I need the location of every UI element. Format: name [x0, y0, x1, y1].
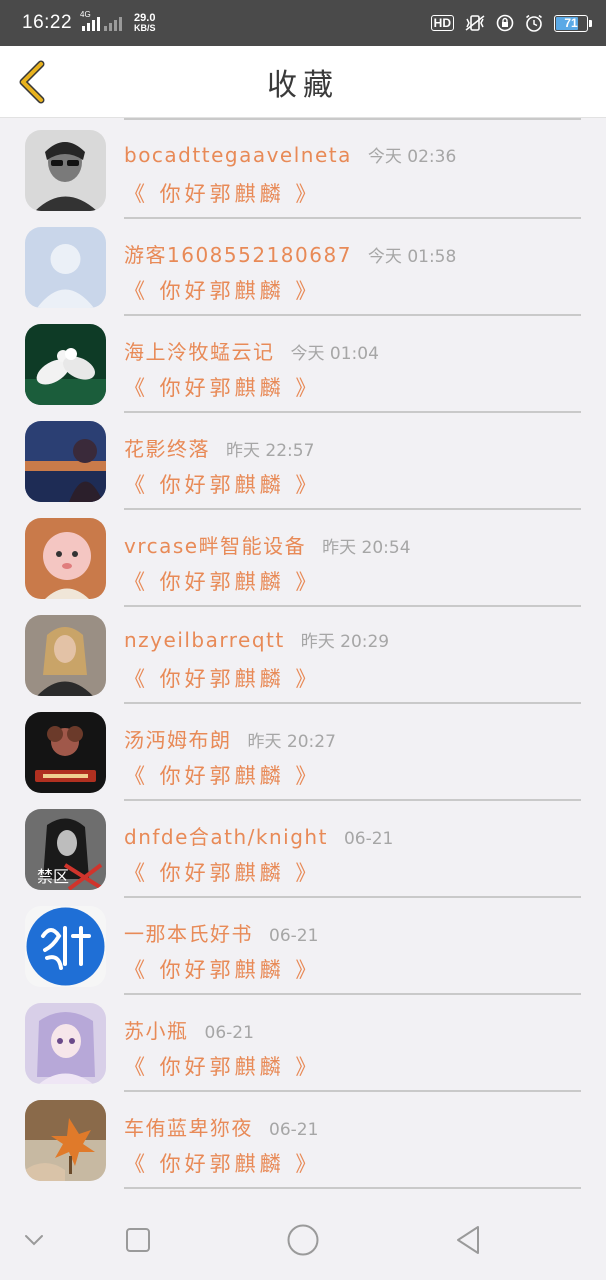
avatar[interactable]	[25, 906, 106, 987]
timestamp: 昨天 20:29	[300, 632, 390, 652]
avatar[interactable]	[25, 130, 106, 211]
favorites-list[interactable]: bocadttegaavelneta 今天 02:36 《 你好郭麒麟 》 游客…	[0, 118, 606, 1198]
timestamp: 06-21	[269, 1120, 319, 1140]
status-time: 16:22	[22, 12, 73, 33]
username: 游客1608552180687	[124, 243, 352, 267]
timestamp: 06-21	[343, 829, 394, 849]
avatar[interactable]	[25, 615, 106, 696]
list-item[interactable]: 汤沔姆布朗 昨天 20:27 《 你好郭麒麟 》	[0, 700, 606, 801]
chevron-down-icon	[25, 1235, 43, 1246]
book-title[interactable]: 《 你好郭麒麟 》	[124, 663, 320, 693]
circle-home-icon	[287, 1224, 319, 1256]
hd-voice-icon: HD	[430, 15, 454, 31]
nav-recents-button[interactable]	[118, 1220, 158, 1260]
square-recents-icon	[126, 1228, 150, 1252]
book-title[interactable]: 《 你好郭麒麟 》	[124, 760, 320, 790]
username: vrcase畔智能设备	[124, 534, 307, 558]
list-item[interactable]: 游客1608552180687 今天 01:58 《 你好郭麒麟 》	[0, 215, 606, 316]
book-title[interactable]: 《 你好郭麒麟 》	[124, 469, 320, 499]
list-item[interactable]: bocadttegaavelneta 今天 02:36 《 你好郭麒麟 》	[0, 118, 606, 219]
lock-rotation-icon	[496, 14, 514, 32]
avatar[interactable]	[25, 227, 106, 308]
username: 苏小瓶	[124, 1019, 189, 1043]
timestamp: 今天 01:58	[367, 247, 457, 267]
nav-hide-button[interactable]	[14, 1220, 54, 1260]
book-title[interactable]: 《 你好郭麒麟 》	[124, 1051, 320, 1081]
username: nzyeilbarreqtt	[124, 628, 285, 652]
battery-level: 71	[564, 16, 578, 30]
nav-home-button[interactable]	[283, 1220, 323, 1260]
network-speed: 29.0 KB/S	[134, 12, 156, 34]
list-item[interactable]: 禁区 dnfde合ath/knight 06-21 《 你好郭麒麟 》	[0, 797, 606, 898]
list-item[interactable]: vrcase畔智能设备 昨天 20:54 《 你好郭麒麟 》	[0, 506, 606, 607]
avatar[interactable]	[25, 324, 106, 405]
book-title[interactable]: 《 你好郭麒麟 》	[124, 372, 320, 402]
timestamp: 昨天 22:57	[226, 441, 315, 461]
list-item[interactable]: 一那本氏好书 06-21 《 你好郭麒麟 》	[0, 894, 606, 995]
list-item[interactable]: 车侑蓝卑狝夜 06-21 《 你好郭麒麟 》	[0, 1088, 606, 1189]
username: 海上泠牧蜢云记	[124, 340, 275, 364]
list-item[interactable]: 苏小瓶 06-21 《 你好郭麒麟 》	[0, 991, 606, 1092]
avatar[interactable]	[25, 1003, 106, 1084]
username: bocadttegaavelneta	[124, 143, 352, 167]
back-button[interactable]	[14, 60, 50, 104]
signal-bars-icon: 4G	[80, 11, 101, 31]
system-nav-bar	[0, 1198, 606, 1280]
username: 一那本氏好书	[124, 922, 253, 946]
avatar[interactable]: 禁区	[25, 809, 106, 890]
book-title[interactable]: 《 你好郭麒麟 》	[124, 1148, 320, 1178]
username: dnfde合ath/knight	[124, 825, 328, 849]
avatar[interactable]	[25, 421, 106, 502]
list-item[interactable]: nzyeilbarreqtt 昨天 20:29 《 你好郭麒麟 》	[0, 603, 606, 704]
avatar-caption: 禁区	[37, 867, 70, 886]
timestamp: 今天 01:04	[290, 344, 379, 364]
signal-bars-secondary-icon	[104, 15, 123, 31]
chevron-left-icon	[19, 60, 45, 104]
book-title[interactable]: 《 你好郭麒麟 》	[124, 178, 320, 208]
status-bar: 16:22 4G 29.0 KB/S HD 71	[0, 0, 606, 46]
vibrate-icon	[464, 14, 486, 32]
timestamp: 06-21	[269, 926, 319, 946]
signal-indicators: 4G	[80, 11, 123, 31]
username: 花影终落	[124, 437, 210, 461]
list-item[interactable]: 海上泠牧蜢云记 今天 01:04 《 你好郭麒麟 》	[0, 312, 606, 413]
book-title[interactable]: 《 你好郭麒麟 》	[124, 954, 320, 984]
triangle-back-icon	[457, 1226, 479, 1254]
username: 汤沔姆布朗	[124, 728, 232, 752]
book-title[interactable]: 《 你好郭麒麟 》	[124, 275, 320, 305]
avatar[interactable]	[25, 1100, 106, 1181]
timestamp: 昨天 20:54	[322, 538, 411, 558]
app-header: 收藏	[0, 46, 606, 118]
battery-icon: 71	[554, 14, 592, 32]
username: 车侑蓝卑狝夜	[124, 1116, 253, 1140]
avatar[interactable]	[25, 712, 106, 793]
book-title[interactable]: 《 你好郭麒麟 》	[124, 566, 320, 596]
list-item[interactable]: 花影终落 昨天 22:57 《 你好郭麒麟 》	[0, 409, 606, 510]
timestamp: 今天 02:36	[367, 147, 457, 167]
network-type: 4G	[80, 10, 91, 19]
timestamp: 昨天 20:27	[247, 732, 336, 752]
divider	[124, 1187, 581, 1189]
alarm-icon	[524, 13, 544, 33]
avatar[interactable]	[25, 518, 106, 599]
nav-back-button[interactable]	[448, 1220, 488, 1260]
page-title: 收藏	[267, 67, 339, 103]
timestamp: 06-21	[204, 1023, 254, 1043]
book-title[interactable]: 《 你好郭麒麟 》	[124, 857, 320, 887]
